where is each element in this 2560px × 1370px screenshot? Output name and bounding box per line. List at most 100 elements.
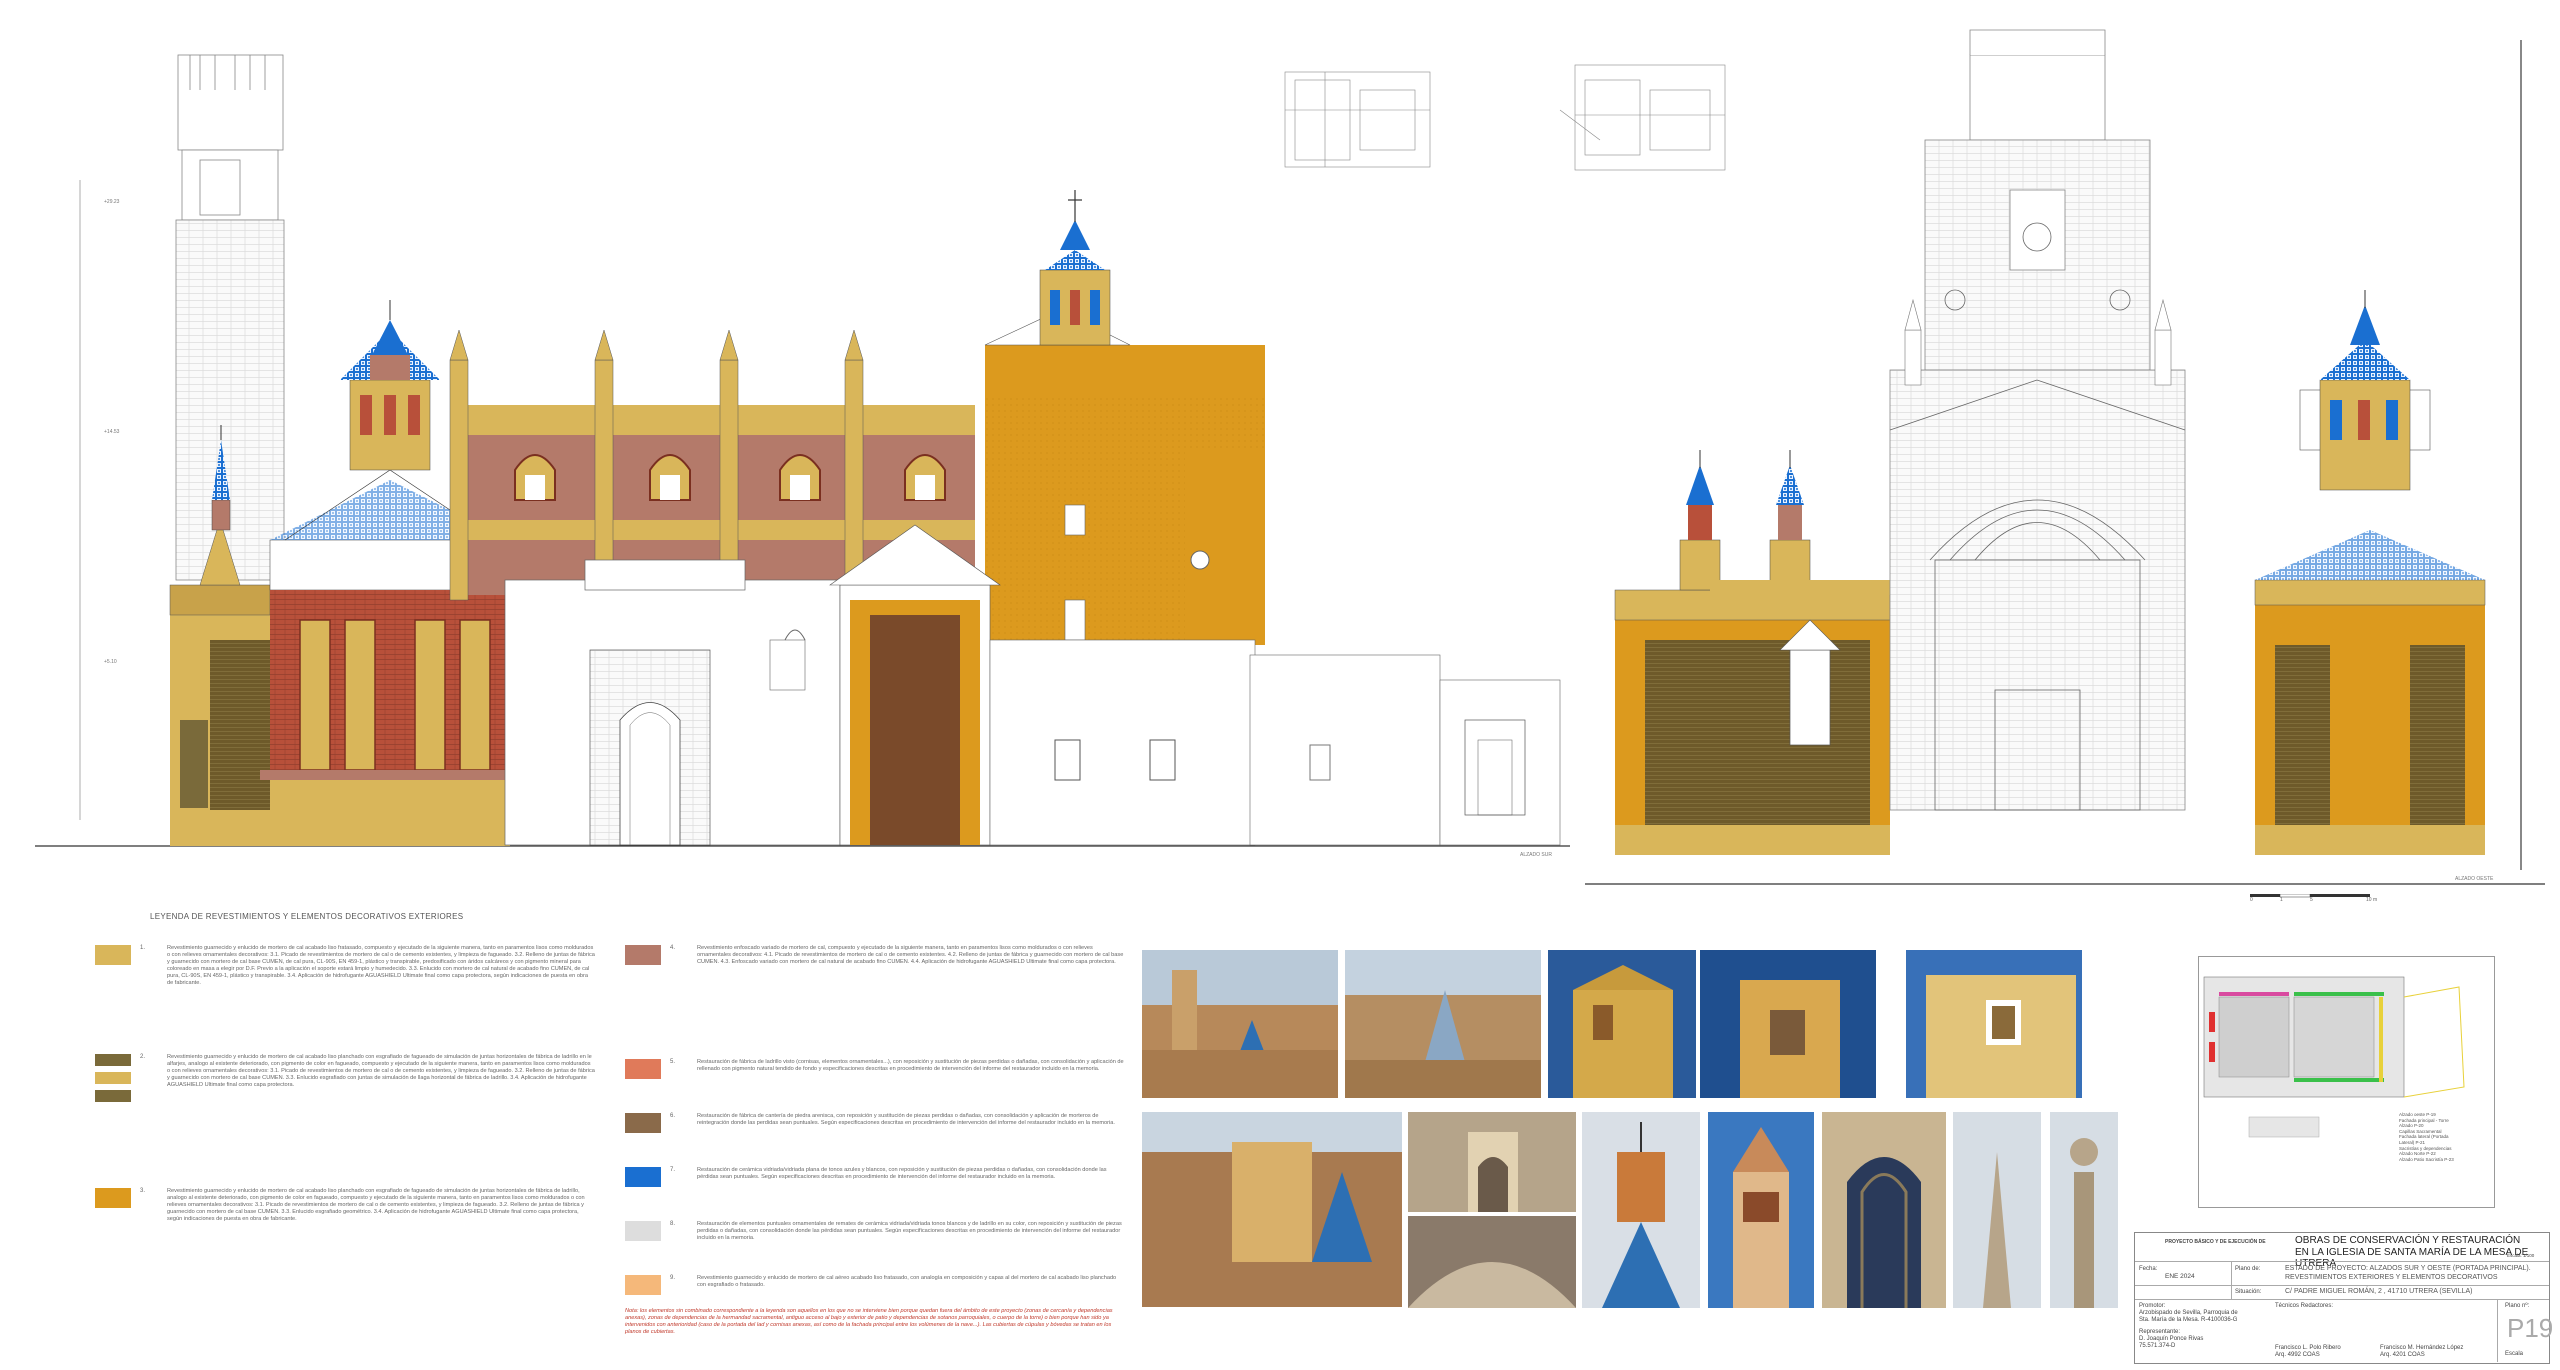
legend-item: 1. Revestimiento guarnecido y enlucido d… — [95, 945, 595, 1040]
scale-tick: 0 — [2250, 897, 2253, 903]
situacion-label: Situación: — [2235, 1289, 2262, 1295]
photo-gothic-window — [1822, 1112, 1946, 1308]
representante-line: D. Joaquín Ponce Rivas — [2139, 1336, 2204, 1342]
photo-interior-vault — [1408, 1216, 1576, 1308]
photo-tower-detail — [1700, 950, 1876, 1098]
photo-aerial-town — [1142, 1112, 1402, 1307]
photo-lantern — [1582, 1112, 1700, 1308]
photo-aerial-cupola — [1345, 950, 1541, 1098]
plano-num: P19 — [2507, 1313, 2554, 1343]
legend-text: Revestimiento guarnecido y enlucido de m… — [167, 1054, 595, 1088]
level-label: +5.10 — [104, 659, 117, 665]
legend-column-left: 1. Revestimiento guarnecido y enlucido d… — [95, 945, 595, 1312]
legend-swatch — [625, 1221, 661, 1241]
tb-vdivider — [2231, 1261, 2232, 1299]
project-label: PROYECTO BÁSICO Y DE EJECUCIÓN DE — [2165, 1239, 2266, 1245]
legend-number: 4. — [670, 945, 676, 951]
legend-item: 5. Restauración de fábrica de ladrillo v… — [625, 1059, 1125, 1099]
legend-number: 5. — [670, 1059, 676, 1065]
arquitecto2-reg: Arq. 4201 COAS — [2380, 1352, 2425, 1358]
representante-label: Representante: — [2139, 1329, 2181, 1335]
tb-divider — [2135, 1261, 2549, 1262]
photo-pinnacle — [1953, 1112, 2041, 1308]
legend-item: 6. Restauración de fábrica de cantería d… — [625, 1113, 1125, 1153]
legend-text: Restauración de cerámica vidriada/vidria… — [697, 1167, 1107, 1180]
elevation-label: ALZADO OESTE — [2455, 876, 2494, 882]
key-plan-legend: Alzado oeste P-19 Fachada principal - To… — [2399, 1112, 2454, 1162]
arquitecto2-name: Francisco M. Hernández López — [2380, 1345, 2464, 1351]
plano-line1: ESTADO DE PROYECTO: ALZADOS SUR Y OESTE … — [2285, 1265, 2531, 1272]
legend-number: 9. — [670, 1275, 676, 1281]
plano-label: Plano de: — [2235, 1266, 2261, 1272]
escala-label: Escala — [2505, 1351, 2524, 1357]
fecha-value: ENE 2024 — [2165, 1273, 2195, 1280]
legend-text: Restauración de fábrica de cantería de p… — [697, 1113, 1115, 1126]
legend-swatch — [625, 1113, 661, 1133]
fecha-label: Fecha: — [2139, 1266, 2158, 1272]
legend-item: 3. Revestimiento guarnecido y enlucido d… — [95, 1188, 595, 1298]
project-title-line1: OBRAS DE CONSERVACIÓN Y RESTAURACIÓN — [2295, 1235, 2521, 1246]
legend-text: Restauración de elementos puntuales orna… — [697, 1221, 1122, 1241]
key-plan: Alzado oeste P-19 Fachada principal - To… — [2198, 956, 2495, 1208]
promotor-line: Sta. María de la Mesa. R-4100036-G — [2139, 1317, 2238, 1323]
photo-chapel-facade — [1548, 950, 1696, 1098]
legend-swatch — [95, 1072, 131, 1084]
tb-divider — [2135, 1285, 2549, 1286]
legend-item: 8. Restauración de elementos puntuales o… — [625, 1221, 1125, 1261]
legend-swatch — [95, 945, 131, 965]
legend-title: LEYENDA DE REVESTIMIENTOS Y ELEMENTOS DE… — [150, 912, 464, 921]
legend-swatch — [95, 1054, 131, 1066]
photo-bell-tower — [1708, 1112, 1814, 1308]
legend-swatch — [95, 1090, 131, 1102]
photo-finial — [2050, 1112, 2118, 1308]
graphic-scale — [2250, 889, 2400, 898]
legend-item: 9. Revestimiento guarnecido y enlucido d… — [625, 1275, 1125, 1297]
legend-note: Nota: los elementos sin combinado corres… — [625, 1308, 1113, 1335]
representante-line: 75.571.374-D — [2139, 1343, 2176, 1349]
legend-number: 3. — [140, 1188, 146, 1194]
plano-num-label: Plano nº: — [2505, 1303, 2530, 1309]
legend-swatch — [625, 945, 661, 965]
legend-item: 4. Revestimiento enfoscado variado de mo… — [625, 945, 1125, 1045]
plano-line2: REVESTIMIENTOS EXTERIORES Y ELEMENTOS DE… — [2285, 1274, 2498, 1281]
elevation-label: ALZADO SUR — [1520, 852, 1552, 858]
scale-tick: 5 — [2310, 897, 2313, 903]
photo-portal-detail — [1408, 1112, 1576, 1212]
tb-vdivider — [2497, 1299, 2498, 1362]
title-block: PROYECTO BÁSICO Y DE EJECUCIÓN DE OBRAS … — [2134, 1232, 2554, 1364]
legend-text: Revestimiento guarnecido y enlucido de m… — [167, 945, 595, 986]
legend-number: 6. — [670, 1113, 676, 1119]
legend-item: 2. Revestimiento guarnecido y enlucido d… — [95, 1054, 595, 1174]
elevations-svg: +29.23 +14.53 +5.10 ALZADO SUR ALZADO OE… — [35, 29, 2545, 885]
legend-number: 7. — [670, 1167, 676, 1173]
key-plan-legend-item: Alzado Patio Sacristía P-23 — [2399, 1156, 2454, 1162]
scale-label: Escala: 1/100 — [2507, 1253, 2535, 1258]
photo-wall-window — [1906, 950, 2082, 1098]
arquitecto1-reg: Arq. 4992 COAS — [2275, 1352, 2320, 1358]
legend-number: 1. — [140, 945, 146, 951]
legend-number: 2. — [140, 1054, 146, 1060]
photo-aerial-roofs — [1142, 950, 1338, 1098]
situacion-value: C/ PADRE MIGUEL ROMÁN, 2 , 41710 UTRERA … — [2285, 1288, 2473, 1295]
level-label: +29.23 — [104, 199, 120, 205]
legend-column-right: 4. Revestimiento enfoscado variado de mo… — [625, 945, 1125, 1311]
legend-swatch — [625, 1167, 661, 1187]
legend-number: 8. — [670, 1221, 676, 1227]
legend-text: Revestimiento guarnecido y enlucido de m… — [167, 1188, 585, 1222]
level-label: +14.53 — [104, 429, 120, 435]
legend-swatch — [625, 1275, 661, 1295]
legend-swatch — [95, 1188, 131, 1208]
scale-tick: 10 m — [2366, 897, 2378, 903]
elevations-drawing: +29.23 +14.53 +5.10 ALZADO SUR ALZADO OE… — [0, 0, 2560, 900]
tb-divider — [2135, 1299, 2549, 1300]
legend-swatch — [625, 1059, 661, 1079]
tecnicos-label: Técnicos Redactores: — [2275, 1303, 2334, 1309]
legend-text: Revestimiento enfoscado variado de morte… — [697, 945, 1124, 965]
legend-item: 7. Restauración de cerámica vidriada/vid… — [625, 1167, 1125, 1207]
scale-tick: 1 — [2280, 897, 2283, 903]
arquitecto1-name: Francisco L. Polo Ribero — [2275, 1345, 2341, 1351]
promotor-line: Arzobispado de Sevilla, Parroquia de — [2139, 1310, 2238, 1316]
promotor-label: Promotor: — [2139, 1303, 2166, 1309]
legend-text: Restauración de fábrica de ladrillo vist… — [697, 1059, 1124, 1072]
legend-text: Revestimiento guarnecido y enlucido de m… — [697, 1275, 1117, 1288]
